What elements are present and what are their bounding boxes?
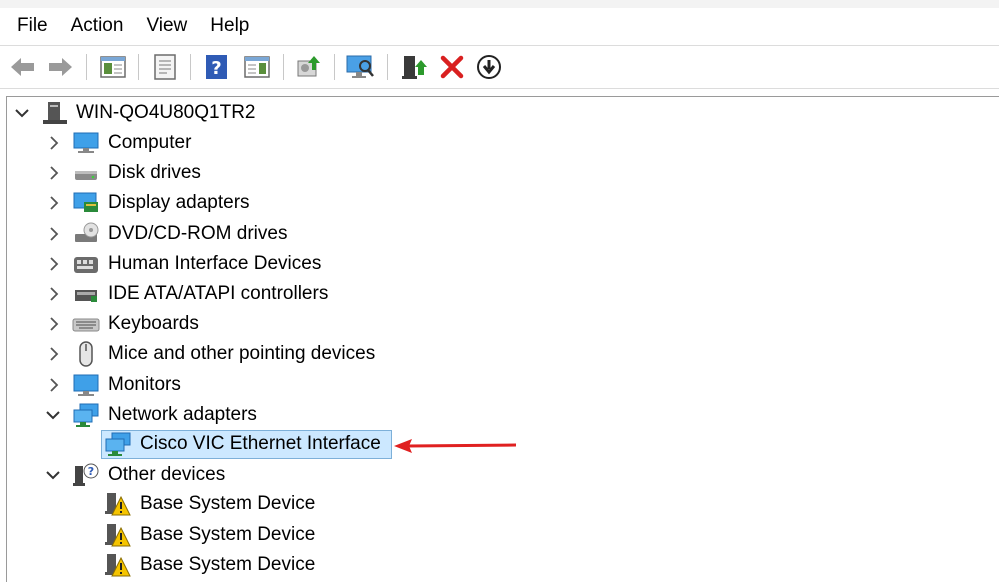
tree-category-label: Computer <box>108 132 192 153</box>
chevron-right-icon[interactable] <box>45 376 63 394</box>
menu-action[interactable]: Action <box>59 8 135 44</box>
chevron-right-icon[interactable] <box>45 164 63 182</box>
chevron-right-icon[interactable] <box>45 194 63 212</box>
chevron-down-icon[interactable] <box>44 406 62 424</box>
enable-device-icon[interactable] <box>399 52 429 82</box>
annotation-arrow <box>394 439 517 453</box>
toolbar-separator <box>387 54 388 80</box>
tree-category-label: IDE ATA/ATAPI controllers <box>108 283 329 304</box>
tree-category-label: Display adapters <box>108 192 250 214</box>
computer-tower-icon <box>41 100 69 126</box>
human-interface-device-icon <box>72 251 100 277</box>
menu-help[interactable]: Help <box>198 8 260 44</box>
help-icon[interactable]: ? <box>202 52 232 82</box>
tree-device-label: Base System Device <box>140 493 316 515</box>
computer-icon <box>72 130 100 156</box>
tree-category-label: Network adapters <box>108 403 257 425</box>
tree-category-label: DVD/CD-ROM drives <box>108 222 288 244</box>
tree-root-label: WIN-QO4U80Q1TR2 <box>76 102 256 123</box>
disable-device-icon[interactable] <box>474 52 504 82</box>
warning-device-icon <box>104 552 132 578</box>
tree-category-label: Other devices <box>108 464 226 486</box>
tree-category-label: Monitors <box>108 373 181 395</box>
warning-device-icon <box>104 522 132 548</box>
tree-device-label: Base System Device <box>140 523 316 545</box>
chevron-right-icon[interactable] <box>45 315 63 333</box>
disk-drive-icon <box>72 160 100 186</box>
menu-bar: File Action View Help <box>0 8 999 44</box>
tree-device-label: Cisco VIC Ethernet Interface <box>140 433 381 454</box>
monitor-icon <box>72 372 100 398</box>
other-devices-icon: ? <box>72 462 100 488</box>
back-arrow-icon[interactable] <box>8 52 38 82</box>
toolbar-separator <box>283 54 284 80</box>
chevron-right-icon[interactable] <box>45 255 63 273</box>
toolbar-separator <box>86 54 87 80</box>
dvd-drive-icon <box>72 221 100 247</box>
chevron-right-icon[interactable] <box>45 345 63 363</box>
chevron-down-icon[interactable] <box>44 466 62 484</box>
update-driver-icon[interactable] <box>294 52 324 82</box>
chevron-right-icon[interactable] <box>45 134 63 152</box>
show-hide-console-tree-icon[interactable] <box>98 52 128 82</box>
chevron-right-icon[interactable] <box>45 285 63 303</box>
tree-device-label: Base System Device <box>140 553 316 575</box>
title-bar-strip <box>0 0 999 8</box>
network-adapter-icon <box>104 431 132 457</box>
menu-view[interactable]: View <box>134 8 198 44</box>
display-adapter-icon <box>72 190 100 216</box>
forward-arrow-icon[interactable] <box>45 52 75 82</box>
tree-category-label: Human Interface Devices <box>108 252 322 274</box>
scan-hardware-icon[interactable] <box>345 52 375 82</box>
action-pane-icon[interactable] <box>242 52 272 82</box>
toolbar-separator <box>190 54 191 80</box>
menu-file[interactable]: File <box>0 8 59 44</box>
chevron-down-icon[interactable] <box>13 104 31 122</box>
tree-category-label: Keyboards <box>108 313 199 335</box>
tree-category-label: Disk drives <box>108 162 201 184</box>
network-adapter-icon <box>72 402 100 428</box>
svg-text:?: ? <box>88 465 94 478</box>
keyboard-icon <box>72 311 100 337</box>
properties-icon[interactable] <box>150 52 180 82</box>
chevron-right-icon[interactable] <box>45 225 63 243</box>
tree-category-label: Mice and other pointing devices <box>108 343 376 365</box>
toolbar: ? <box>0 45 999 89</box>
warning-device-icon <box>104 491 132 517</box>
mouse-icon <box>72 341 100 368</box>
ide-controller-icon <box>72 281 100 307</box>
uninstall-icon[interactable] <box>437 52 467 82</box>
toolbar-separator <box>334 54 335 80</box>
toolbar-separator <box>138 54 139 80</box>
svg-text:?: ? <box>211 58 221 79</box>
